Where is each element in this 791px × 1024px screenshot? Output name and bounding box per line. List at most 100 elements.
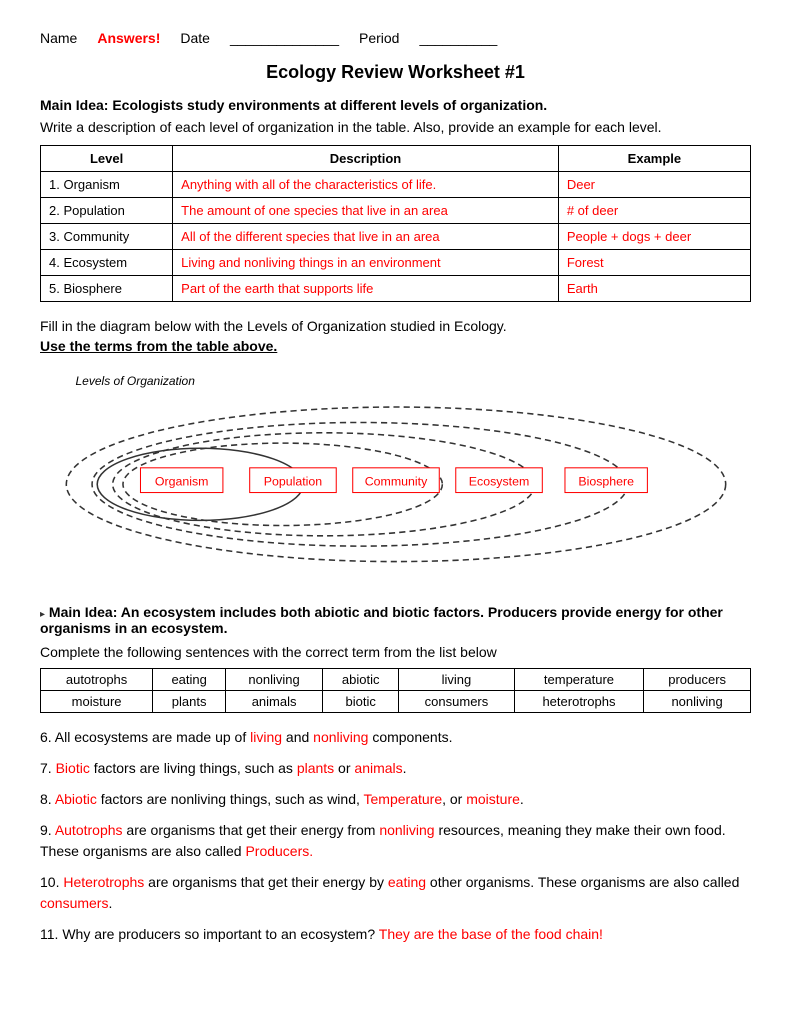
section1-main-idea: Main Idea: Ecologists study environments…: [40, 97, 751, 113]
svg-text:Population: Population: [263, 474, 322, 488]
section1-sub-text: Write a description of each level of org…: [40, 119, 751, 135]
sentence-part: components.: [368, 729, 452, 745]
sentence: 7. Biotic factors are living things, suc…: [40, 758, 751, 779]
name-label: Name: [40, 30, 77, 46]
table-cell-description: All of the different species that live i…: [173, 224, 559, 250]
word-bank-cell: heterotrophs: [514, 691, 644, 713]
sentence-number: 6.: [40, 729, 52, 745]
sentence-part: and: [282, 729, 313, 745]
sentence-part: .: [108, 895, 112, 911]
complete-text: Complete the following sentences with th…: [40, 644, 751, 660]
word-bank-cell: abiotic: [323, 669, 399, 691]
levels-diagram: Levels of Organization Organism Populati…: [56, 374, 736, 574]
svg-text:Community: Community: [364, 474, 427, 488]
sentence-number: 11.: [40, 926, 58, 942]
levels-table: LevelDescriptionExample 1. OrganismAnyth…: [40, 145, 751, 302]
sentence-part: All ecosystems are made up of: [52, 729, 250, 745]
date-blank: ______________: [230, 30, 339, 46]
word-bank-cell: biotic: [323, 691, 399, 713]
word-bank-cell: autotrophs: [41, 669, 153, 691]
sentence-part: moisture: [466, 791, 520, 807]
table-row: 2. PopulationThe amount of one species t…: [41, 198, 751, 224]
table-header: Level: [41, 146, 173, 172]
sentence-part: They are the base of the food chain!: [379, 926, 603, 942]
sentence-number: 7.: [40, 760, 52, 776]
table-cell-level: 4. Ecosystem: [41, 250, 173, 276]
diagram-svg: Organism Population Community Ecosystem …: [56, 374, 736, 574]
table-header: Example: [558, 146, 750, 172]
sentence-part: nonliving: [379, 822, 434, 838]
table-row: 3. CommunityAll of the different species…: [41, 224, 751, 250]
table-cell-example: Deer: [558, 172, 750, 198]
sentence-part: are organisms that get their energy from: [123, 822, 380, 838]
table-cell-example: People + dogs + deer: [558, 224, 750, 250]
sentence-part: other organisms. These organisms are als…: [426, 874, 739, 890]
sentence-part: factors are living things, such as: [90, 760, 297, 776]
sentence-part: plants: [297, 760, 334, 776]
table-cell-description: Part of the earth that supports life: [173, 276, 559, 302]
word-bank: autotrophseatingnonlivingabioticlivingte…: [40, 668, 751, 713]
table-cell-level: 5. Biosphere: [41, 276, 173, 302]
svg-text:Biosphere: Biosphere: [578, 474, 634, 488]
sentences-container: 6. All ecosystems are made up of living …: [40, 727, 751, 945]
word-bank-cell: animals: [226, 691, 323, 713]
table-cell-description: The amount of one species that live in a…: [173, 198, 559, 224]
word-bank-row: moistureplantsanimalsbioticconsumershete…: [41, 691, 751, 713]
sentence-part: nonliving: [313, 729, 368, 745]
table-cell-level: 3. Community: [41, 224, 173, 250]
sentence-part: , or: [442, 791, 466, 807]
period-label: Period: [359, 30, 399, 46]
table-cell-example: # of deer: [558, 198, 750, 224]
section2-icon: ▸: [40, 609, 45, 620]
word-bank-cell: eating: [153, 669, 226, 691]
sentence-part: Heterotrophs: [63, 874, 144, 890]
table-header: Description: [173, 146, 559, 172]
word-bank-cell: nonliving: [226, 669, 323, 691]
sentence: 9. Autotrophs are organisms that get the…: [40, 820, 751, 862]
sentence-number: 9.: [40, 822, 52, 838]
sentence-part: Temperature: [364, 791, 443, 807]
sentence-number: 10.: [40, 874, 59, 890]
sentence-number: 8.: [40, 791, 52, 807]
answers-label: Answers!: [97, 30, 160, 46]
sentence-part: or: [334, 760, 354, 776]
table-cell-example: Forest: [558, 250, 750, 276]
sentence: 6. All ecosystems are made up of living …: [40, 727, 751, 748]
word-bank-cell: plants: [153, 691, 226, 713]
sentence-part: Why are producers so important to an eco…: [58, 926, 378, 942]
header: Name Answers! Date ______________ Period…: [40, 30, 751, 46]
sentence-part: .: [520, 791, 524, 807]
page-title: Ecology Review Worksheet #1: [40, 62, 751, 83]
date-label: Date: [180, 30, 210, 46]
sentence: 11. Why are producers so important to an…: [40, 924, 751, 945]
sentence-part: eating: [388, 874, 426, 890]
sentence-part: consumers: [40, 895, 108, 911]
sentence-part: Producers.: [245, 843, 313, 859]
diagram-instruction: Fill in the diagram below with the Level…: [40, 318, 751, 334]
table-row: 1. OrganismAnything with all of the char…: [41, 172, 751, 198]
sentence-part: factors are nonliving things, such as wi…: [97, 791, 364, 807]
word-bank-cell: moisture: [41, 691, 153, 713]
table-cell-example: Earth: [558, 276, 750, 302]
word-bank-cell: living: [399, 669, 514, 691]
word-bank-cell: consumers: [399, 691, 514, 713]
table-row: 4. EcosystemLiving and nonliving things …: [41, 250, 751, 276]
use-terms: Use the terms from the table above.: [40, 338, 751, 354]
sentence: 8. Abiotic factors are nonliving things,…: [40, 789, 751, 810]
sentence-part: are organisms that get their energy by: [144, 874, 388, 890]
sentence: 10. Heterotrophs are organisms that get …: [40, 872, 751, 914]
table-cell-level: 2. Population: [41, 198, 173, 224]
table-row: 5. BiospherePart of the earth that suppo…: [41, 276, 751, 302]
section2-main-idea: Main Idea: An ecosystem includes both ab…: [40, 604, 723, 636]
period-blank: __________: [419, 30, 497, 46]
diagram-title: Levels of Organization: [76, 374, 195, 388]
sentence-part: Abiotic: [55, 791, 97, 807]
sentence-part: Autotrophs: [55, 822, 123, 838]
table-cell-level: 1. Organism: [41, 172, 173, 198]
svg-text:Organism: Organism: [154, 474, 208, 488]
word-bank-cell: producers: [644, 669, 751, 691]
sentence-part: Biotic: [56, 760, 90, 776]
word-bank-cell: nonliving: [644, 691, 751, 713]
sentence-part: .: [403, 760, 407, 776]
table-cell-description: Anything with all of the characteristics…: [173, 172, 559, 198]
